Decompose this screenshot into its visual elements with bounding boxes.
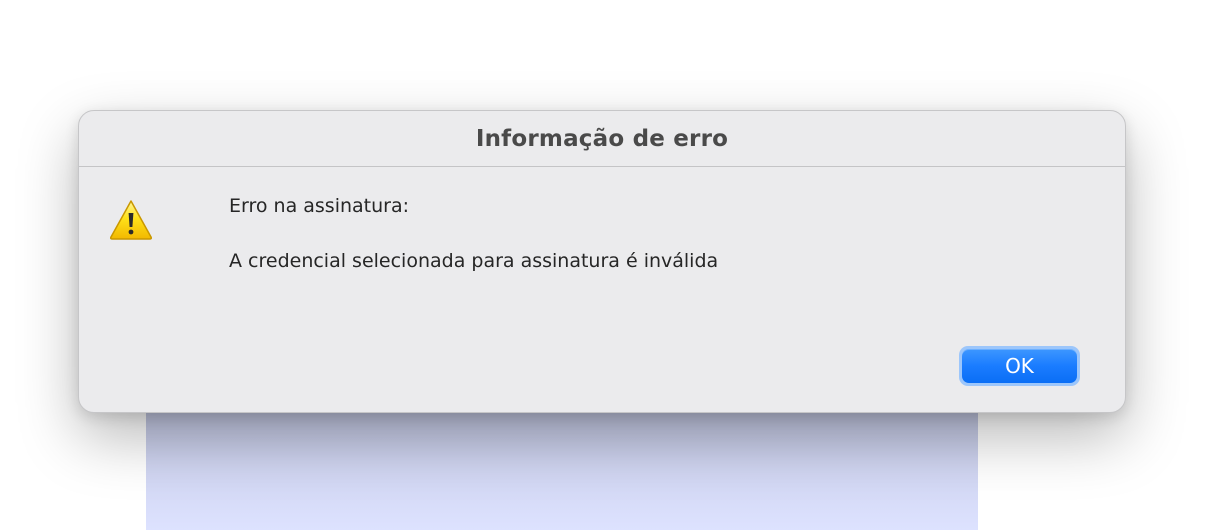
error-message: A credencial selecionada para assinatura…: [229, 250, 719, 272]
ok-button-label: OK: [962, 349, 1077, 383]
warning-icon: [109, 199, 153, 241]
error-dialog: Informação de erro Erro na assinatura: A…: [78, 110, 1126, 413]
error-heading: Erro na assinatura:: [229, 195, 410, 217]
ok-button[interactable]: OK: [959, 346, 1080, 386]
dialog-titlebar: Informação de erro: [79, 111, 1125, 167]
dialog-title: Informação de erro: [475, 125, 729, 152]
